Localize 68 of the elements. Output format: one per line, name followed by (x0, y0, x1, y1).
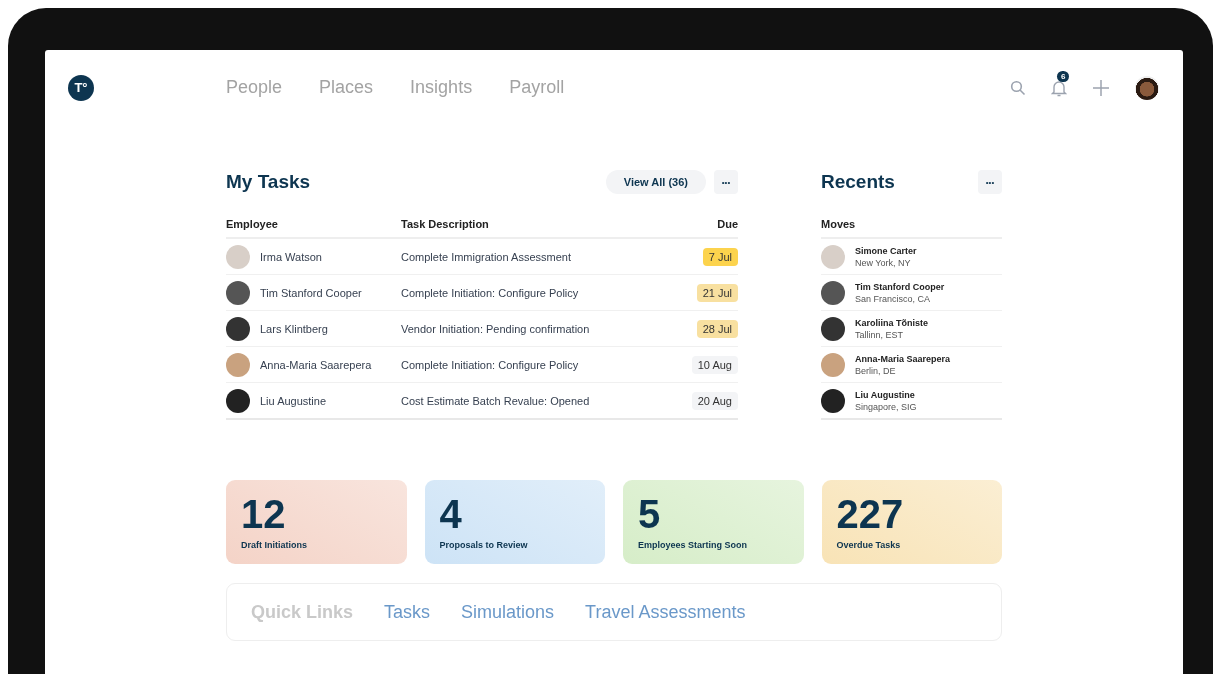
avatar (821, 316, 845, 341)
location-text: New York, NY (855, 256, 912, 269)
person-name: Simone Carter (855, 244, 917, 257)
bell-icon[interactable] (1051, 78, 1067, 97)
avatar (226, 316, 250, 341)
location-text: Berlin, DE (855, 364, 897, 377)
task-description: Cost Estimate Batch Revalue: Opened (401, 394, 591, 407)
person-name: Tim Stanford Cooper (855, 280, 945, 293)
stat-value: 4 (439, 492, 463, 536)
employee-name: Lars Klintberg (260, 322, 328, 335)
avatar (226, 280, 250, 305)
avatar (821, 388, 845, 413)
avatar (821, 352, 845, 377)
recent-row[interactable]: Tim Stanford Cooper San Francisco, CA (821, 275, 1002, 311)
employee-name: Tim Stanford Cooper (260, 286, 362, 299)
more-button[interactable]: ••• (714, 170, 738, 194)
location-text: Singapore, SIG (855, 400, 917, 413)
employee-name: Anna-Maria Saarepera (260, 358, 372, 371)
person-name: Liu Augustine (855, 388, 916, 401)
user-avatar[interactable] (1135, 75, 1159, 100)
due-date-tag: 10 Aug (691, 355, 738, 374)
recent-row[interactable]: Simone Carter New York, NY (821, 239, 1002, 275)
person-name: Karoliina Tõniste (855, 316, 928, 329)
stat-card[interactable]: 12 Draft Initiations (226, 480, 407, 564)
section-title: Recents (821, 171, 896, 193)
location-text: San Francisco, CA (855, 292, 932, 305)
location-text: Tallinn, EST (855, 328, 905, 341)
task-row[interactable]: Tim Stanford Cooper Complete Initiation: Configure Policy 21 Jul (226, 275, 738, 311)
avatar (821, 244, 845, 269)
column-header: Employee (226, 218, 279, 230)
stat-label: Draft Initiations (241, 540, 308, 550)
stat-label: Employees Starting Soon (638, 540, 749, 550)
employee-name: Liu Augustine (260, 394, 327, 407)
avatar (226, 352, 250, 377)
column-header: Due (716, 218, 738, 230)
logo[interactable]: T° (68, 74, 94, 101)
employee-name: Irma Watson (260, 250, 322, 263)
task-description: Complete Immigration Assessment (401, 250, 572, 263)
recent-row[interactable]: Karoliina Tõniste Tallinn, EST (821, 311, 1002, 347)
task-description: Complete Initiation: Configure Policy (401, 358, 580, 371)
recent-row[interactable]: Anna-Maria Saarepera Berlin, DE (821, 347, 1002, 383)
stat-card[interactable]: 5 Employees Starting Soon (623, 480, 804, 564)
due-date-tag: 20 Aug (691, 391, 738, 410)
due-date-tag: 21 Jul (696, 283, 738, 302)
avatar (821, 280, 845, 305)
stat-label: Proposals to Review (439, 540, 529, 550)
task-row[interactable]: Lars Klintberg Vendor Initiation: Pending confirmation 28 Jul (226, 311, 738, 347)
due-date-tag: 28 Jul (696, 319, 738, 338)
column-header: Moves (821, 218, 856, 230)
stat-label: Overdue Tasks (836, 540, 902, 550)
stat-card[interactable]: 4 Proposals to Review (424, 480, 605, 564)
stat-value: 12 (241, 492, 287, 536)
stat-card[interactable]: 227 Overdue Tasks (821, 480, 1002, 564)
task-description: Vendor Initiation: Pending confirmation (401, 322, 591, 335)
due-date-tag: 7 Jul (702, 247, 738, 266)
person-name: Anna-Maria Saarepera (855, 352, 951, 365)
task-row[interactable]: Anna-Maria Saarepera Complete Initiation: Configure Policy 10 Aug (226, 347, 738, 383)
stat-value: 5 (638, 492, 662, 536)
task-row[interactable]: Irma Watson Complete Immigration Assessment 7 Jul (226, 239, 738, 275)
notification-count: 6 (1057, 70, 1070, 82)
column-header: Task Description (401, 218, 490, 230)
section-title: My Tasks (226, 171, 312, 193)
task-description: Complete Initiation: Configure Policy (401, 286, 580, 299)
avatar (226, 388, 250, 413)
more-button[interactable]: ••• (978, 170, 1002, 194)
view-all-button[interactable]: View All (36) (605, 170, 706, 194)
avatar (226, 244, 250, 269)
stat-value: 227 (836, 492, 905, 536)
